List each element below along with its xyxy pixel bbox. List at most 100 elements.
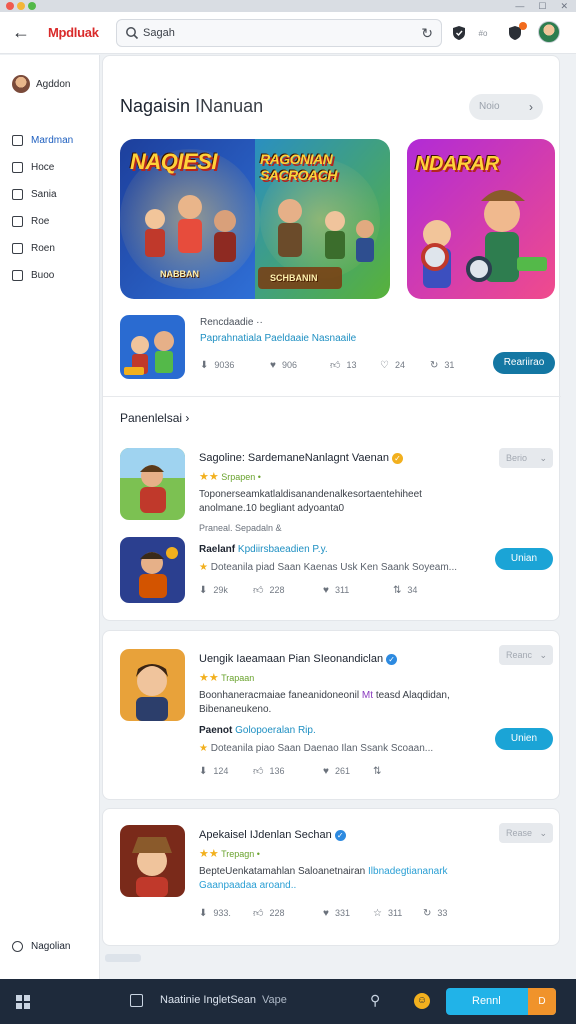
- featured-action-button[interactable]: Reariirao: [493, 352, 555, 374]
- featured-app-name: Rencdaadie ··: [200, 317, 263, 328]
- thumbs-up-icon: 👍︎: [330, 360, 341, 371]
- scroll-indicator[interactable]: [105, 954, 141, 962]
- sidebar-bottom-item[interactable]: Nagolian: [12, 941, 70, 952]
- sidebar-item-label: Roe: [31, 216, 50, 227]
- smiley-icon[interactable]: ☺: [414, 993, 430, 1009]
- app-stats: ⬇ 124 👍︎ 136 ♥ 261 ⇅: [199, 765, 382, 778]
- page-title: Nagaisin INanuan: [120, 96, 264, 116]
- sidebar-nav: Mardman Hoce Sania Roe Roen Buoo: [12, 127, 73, 289]
- search-box[interactable]: ↻: [116, 19, 442, 47]
- featured-stats: ⬇ 9036 ♥ 906 👍︎ 13 ♡ 24 ↻ 31: [200, 359, 470, 372]
- download-icon: ⬇: [200, 359, 209, 371]
- app-card[interactable]: Uengik Iaeamaan Pian SIeonandiclan ✓ Rean…: [102, 630, 560, 800]
- refresh-icon[interactable]: ↻: [421, 25, 433, 42]
- taskbar-sub: Vape: [262, 994, 287, 1006]
- sidebar-item-label: Hoce: [31, 162, 55, 173]
- get-button[interactable]: Berio ⌄: [499, 448, 553, 468]
- sidebar-item-3[interactable]: Sania: [12, 181, 73, 208]
- heart-icon: ♥: [270, 359, 276, 371]
- star-icon: ☆: [373, 907, 382, 919]
- see-all-button[interactable]: Noio ›: [469, 94, 543, 120]
- verified-icon: ✓: [392, 452, 403, 464]
- sidebar-user[interactable]: Agddon: [12, 75, 70, 93]
- chevron-right-icon: ›: [529, 100, 533, 114]
- window-icon[interactable]: [130, 994, 143, 1007]
- install-button[interactable]: Unien: [495, 728, 553, 750]
- home-icon: [12, 135, 23, 146]
- app-icon: [120, 825, 185, 897]
- brand-logo[interactable]: Mpdluak: [48, 25, 99, 40]
- search-icon: [126, 27, 139, 40]
- refresh-icon: ↻: [423, 907, 432, 919]
- app-sub-row[interactable]: Raelanf Kpdiirsbaeadien P.y. ★ Doteanila…: [103, 536, 561, 616]
- featured-banner-a[interactable]: NAQIESI NABBAN RAGONIAN SACROACH SCHBANI…: [120, 139, 390, 299]
- sidebar-item-1[interactable]: Mardman: [12, 127, 73, 154]
- stat-likes: ♥ 906: [270, 359, 297, 371]
- section-title[interactable]: Panenlelsai ›: [120, 411, 189, 425]
- verified-icon: ✓: [334, 829, 346, 841]
- app-title[interactable]: Apekaisel IJdenlan Sechan ✓: [199, 829, 346, 841]
- app-desc: Boonhaneracmaiae faneanidoneonil Mt teas…: [199, 690, 450, 715]
- minimize-dot-icon[interactable]: [17, 2, 25, 10]
- taskbar-action-button[interactable]: Rennl D: [446, 988, 556, 1015]
- back-arrow-icon[interactable]: ←: [10, 21, 32, 43]
- main-content: Nagaisin INanuan Noio › NAQIESI NABBAN R…: [102, 55, 562, 979]
- user-name: Agddon: [36, 78, 71, 90]
- stat-downloads: ⬇ 9036: [200, 359, 235, 371]
- notification-icon[interactable]: [506, 22, 527, 43]
- grid-menu-icon[interactable]: [16, 995, 30, 1009]
- sidebar-item-label: Buoo: [31, 270, 55, 281]
- tag-label[interactable]: #o: [474, 25, 492, 43]
- verified-icon: ✓: [386, 653, 398, 665]
- badge-icon: D: [528, 988, 556, 1015]
- shield-icon[interactable]: [450, 25, 468, 43]
- maximize-dot-icon[interactable]: [28, 2, 36, 10]
- close-icon[interactable]: ✕: [560, 0, 568, 12]
- banner-a-title-left: NAQIESI: [130, 149, 217, 174]
- sidebar-item-label: Roen: [31, 243, 55, 254]
- sidebar-item-2[interactable]: Hoce: [12, 154, 73, 181]
- banner-a-title-right: RAGONIAN SACROACH: [260, 151, 337, 183]
- install-button[interactable]: Unian: [495, 548, 553, 570]
- thumbs-up-icon: 👍︎: [253, 766, 264, 777]
- download-icon: ⬇: [199, 584, 208, 596]
- app-star-line: ★ Doteanila piad Saan Kaenas Usk Ken Saa…: [199, 562, 458, 573]
- taskbar-title[interactable]: Naatinie IngletSean: [160, 994, 256, 1006]
- app-title[interactable]: Sagoline: SardemaneNanlagnt Vaenan ✓: [199, 452, 403, 464]
- app-rating: ★★ Trepagn •: [199, 848, 260, 860]
- profile-avatar[interactable]: [538, 21, 560, 43]
- restore-icon[interactable]: ☐: [538, 0, 546, 12]
- app-card[interactable]: Apekaisel IJdenlan Sechan ✓ Rease ⌄ ★★ Tre…: [102, 808, 560, 946]
- taskbar: Naatinie IngletSean Vape ⚲ ☺ Rennl D: [0, 979, 576, 1024]
- stat-favs: ♡ 24: [380, 359, 405, 371]
- minimize-icon[interactable]: —: [515, 0, 524, 12]
- featured-banner-b[interactable]: NDARAR: [407, 139, 555, 299]
- app-title[interactable]: Uengik Iaeamaan Pian SIeonandiclan ✓: [199, 653, 398, 665]
- sidebar-item-label: Sania: [31, 189, 57, 200]
- app-sub-title: Paenot Golopoeralan Rip.: [199, 725, 316, 736]
- featured-app-desc[interactable]: Paprahnatiala Paeldaaie Nasnaaile: [200, 333, 356, 344]
- section-divider: [103, 396, 561, 397]
- sidebar-item-4[interactable]: Roe: [12, 208, 73, 235]
- close-dot-icon[interactable]: [6, 2, 14, 10]
- sidebar-item-5[interactable]: Roen: [12, 235, 73, 262]
- hero-card: Nagaisin INanuan Noio › NAQIESI NABBAN R…: [102, 55, 561, 621]
- sidebar: Agddon Mardman Hoce Sania Roe Roen Buoo …: [0, 55, 100, 979]
- edit-icon: [12, 162, 23, 173]
- pin-icon[interactable]: ⚲: [370, 992, 380, 1009]
- sidebar-item-6[interactable]: Buoo: [12, 262, 73, 289]
- get-button[interactable]: Reanc ⌄: [499, 645, 553, 665]
- share-icon: ↻: [430, 359, 439, 371]
- thumbs-up-icon: 👍︎: [253, 585, 264, 596]
- chevron-down-icon: ⌄: [539, 650, 547, 660]
- app-icon: [120, 448, 185, 520]
- get-button[interactable]: Rease ⌄: [499, 823, 553, 843]
- chevron-down-icon: ⌄: [539, 828, 547, 838]
- app-meta: Praneal. Sepadaln &: [199, 523, 282, 533]
- user-avatar: [12, 75, 30, 93]
- doc-icon: [12, 270, 23, 281]
- featured-app-row[interactable]: Rencdaadie ·· Paprahnatiala Paeldaaie Na…: [120, 315, 560, 379]
- share-icon: [12, 189, 23, 200]
- top-bar: ← Mpdluak ↻ #o: [0, 12, 576, 54]
- search-input[interactable]: [143, 24, 403, 42]
